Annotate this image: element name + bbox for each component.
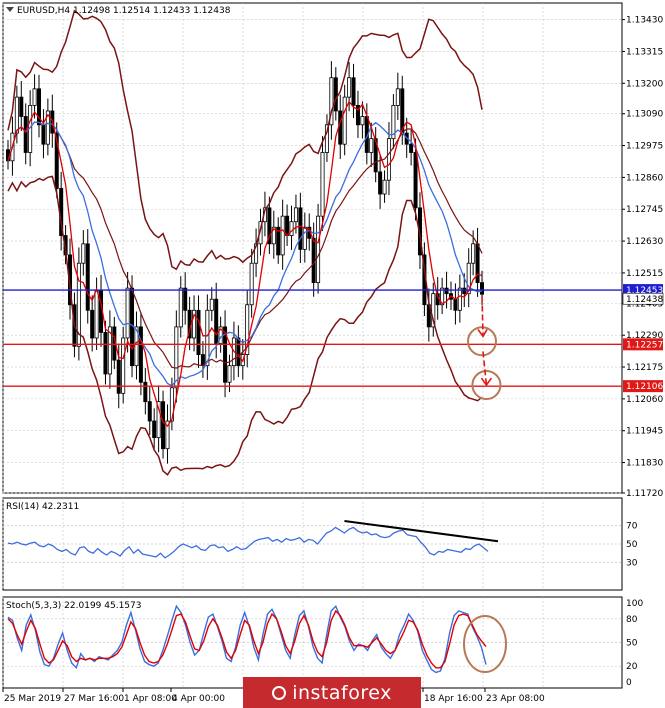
candle-body (23, 116, 28, 153)
candle-body (369, 138, 374, 153)
candle-body (347, 77, 352, 98)
candle-body (360, 116, 365, 126)
price-tick-label: 1.11720 (626, 489, 663, 499)
current-price-label: 1.12438 (626, 295, 663, 305)
rsi-panel: 70 50 30 RSI(14) 42.2311 (2, 497, 638, 591)
time-label: 25 Mar 2019 (4, 694, 61, 704)
price-tick-label: 1.13200 (626, 79, 663, 89)
candle-body (121, 337, 126, 394)
candle-body (316, 215, 321, 284)
candle-body (152, 420, 157, 439)
candle-body (227, 365, 232, 383)
candle-body (41, 124, 46, 145)
candle-body (409, 143, 414, 153)
stoch-level-label: 50 (626, 639, 638, 649)
candle-body (285, 215, 290, 236)
level-label: 1.12106 (626, 382, 663, 392)
candle-body (147, 401, 152, 422)
candle-body (143, 381, 148, 403)
time-label: 1 Apr 08:00 (124, 694, 177, 704)
price-tick-label: 1.13315 (626, 47, 663, 57)
rsi-level-label: 50 (626, 540, 638, 550)
candle-body (178, 287, 183, 328)
chart-canvas: 1.13430 1.13315 1.13200 1.13090 1.12975 1.128… (2, 2, 663, 704)
stochastic-panel: 100 80 50 20 0 Stoch(5,3,3) 22.0199 45.1573 (2, 596, 643, 689)
candle-body (94, 290, 99, 339)
candle-body (116, 359, 121, 394)
candle-body (280, 215, 285, 256)
candle-body (85, 243, 90, 311)
candle-body (209, 298, 214, 311)
time-label: 4 Apr 00:00 (172, 694, 225, 704)
rsi-panel-title: RSI(14) 42.2311 (6, 502, 79, 512)
candle-body (333, 77, 338, 112)
candle-body (161, 401, 166, 450)
candle-body (382, 179, 387, 195)
candle-body (214, 298, 219, 344)
time-label: 18 Apr 16:00 (424, 694, 483, 704)
candle-body (342, 96, 347, 145)
candle-body (386, 138, 391, 181)
candle-body (351, 77, 356, 106)
instaforex-watermark: instaforex (243, 677, 421, 708)
price-tick-label: 1.12860 (626, 173, 663, 183)
candle-body (103, 332, 108, 375)
price-tick-label: 1.12630 (626, 237, 663, 247)
candle-body (174, 326, 179, 389)
candle-body (236, 337, 241, 367)
rsi-level-label: 30 (626, 558, 638, 568)
brand-logo-icon (272, 685, 287, 700)
time-label: 27 Mar 16:00 (64, 694, 124, 704)
candle-body (14, 96, 19, 134)
price-tick-label: 1.12175 (626, 363, 663, 373)
price-panel-title: EURUSD,H4 1.12498 1.12514 1.12433 1.1243… (17, 6, 231, 16)
candle-body (293, 207, 298, 223)
price-tick-label: 1.13090 (626, 110, 663, 120)
rsi-level-label: 70 (626, 522, 638, 532)
price-tick-label: 1.11945 (626, 427, 663, 437)
stoch-level-label: 0 (626, 678, 632, 688)
candle-body (249, 262, 254, 306)
time-label: 23 Apr 08:00 (486, 694, 545, 704)
candle-body (289, 221, 294, 236)
candle-body (311, 237, 316, 284)
brand-text: instaforex (292, 681, 392, 704)
candle-body (378, 171, 383, 195)
candle-body (19, 96, 24, 117)
stoch-level-label: 100 (626, 599, 643, 609)
candle-body (395, 88, 400, 106)
candle-body (302, 226, 307, 250)
price-tick-label: 1.13430 (626, 16, 663, 26)
candle-body (479, 282, 484, 295)
price-tick-label: 1.11830 (626, 459, 663, 469)
price-tick-label: 1.12975 (626, 142, 663, 152)
stoch-level-label: 20 (626, 662, 638, 672)
candle-body (81, 243, 86, 264)
candle-body (462, 287, 467, 295)
stoch-level-label: 80 (626, 615, 638, 625)
level-label: 1.12257 (626, 340, 663, 350)
candle-body (298, 207, 303, 250)
candle-body (475, 243, 480, 284)
candle-body (196, 309, 201, 355)
candle-body (471, 243, 476, 264)
candle-body (125, 287, 130, 339)
candle-body (413, 152, 418, 209)
price-panel: 1.13430 1.13315 1.13200 1.13090 1.12975 1.128… (2, 2, 663, 499)
price-tick-label: 1.12745 (626, 205, 663, 215)
stoch-panel-title: Stoch(5,3,3) 22.0199 45.1573 (6, 601, 141, 611)
candle-body (138, 326, 143, 383)
price-tick-label: 1.12515 (626, 269, 663, 279)
candle-body (320, 152, 325, 217)
candle-body (90, 309, 95, 339)
price-tick-label: 1.12060 (626, 395, 663, 405)
candle-body (183, 287, 188, 311)
candle-body (32, 88, 37, 106)
candle-body (457, 287, 462, 311)
candle-body (453, 298, 458, 311)
candle-body (444, 287, 449, 295)
